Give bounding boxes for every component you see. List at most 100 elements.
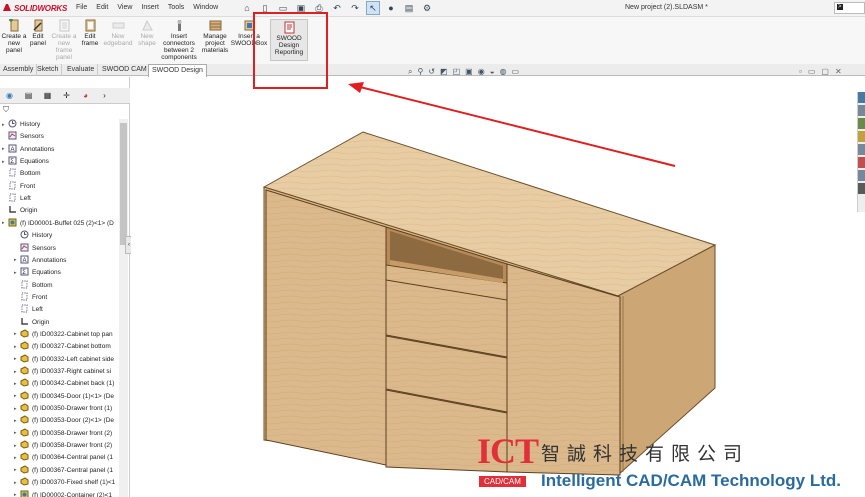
select-arrow-icon[interactable]: ↖ <box>366 1 380 15</box>
tile-icon[interactable]: ▢ <box>821 67 829 76</box>
tree-item[interactable]: ▸ (f) ID00358-Drawer front (2) <box>14 440 112 451</box>
materials-icon <box>209 20 221 31</box>
view-palette-icon[interactable] <box>858 144 865 155</box>
insert-connectors-button[interactable]: Insert connectors between 2 components <box>160 19 198 61</box>
tab-swood-design[interactable]: SWOOD Design <box>148 64 207 77</box>
tree-item[interactable]: ▸ (f) ID00370-Fixed shelf (1)<1 <box>14 477 115 488</box>
tree-item[interactable]: ▸ (f) ID00001-Buffet 025 (2)<1> (D <box>2 218 114 229</box>
custom-properties-icon[interactable] <box>858 170 865 181</box>
tab-assembly[interactable]: Assembly <box>0 64 38 76</box>
property-manager-icon[interactable]: ▤ <box>23 90 34 101</box>
tree-item[interactable]: ▸ (f) ID00342-Cabinet back (1) <box>14 378 114 389</box>
history-icon <box>8 119 20 130</box>
minimize-icon[interactable]: ▭ <box>808 67 816 76</box>
traffic-light-icon[interactable]: ● <box>384 1 398 15</box>
tree-item[interactable]: ▸ (f) ID00353-Door (2)<1> (De <box>14 415 114 426</box>
forum-icon[interactable] <box>858 183 865 194</box>
zoom-to-fit-icon[interactable]: ⌕ <box>408 67 412 77</box>
tree-item[interactable]: Sensors <box>2 131 44 142</box>
tab-sketch[interactable]: Sketch <box>34 64 63 76</box>
new-shape-button[interactable]: New shape <box>136 19 158 47</box>
restore-icon[interactable]: ▫ <box>799 67 802 76</box>
menu-file[interactable]: File <box>76 4 87 11</box>
tree-item[interactable]: Origin <box>2 205 37 216</box>
edit-appearance-icon[interactable]: ◒ <box>490 67 495 77</box>
menu-view[interactable]: View <box>117 4 132 11</box>
tree-item[interactable]: ▸ Σ Equations <box>14 267 61 278</box>
tree-item[interactable]: ▸ (f) ID00327-Cabinet bottom <box>14 341 111 352</box>
tree-item-label: Sensors <box>20 133 44 141</box>
tree-item[interactable]: Bottom <box>2 168 41 179</box>
tree-item[interactable]: ▸ (f) ID00345-Door (1)<1> (De <box>14 391 114 402</box>
tree-item-label: (f) ID00367-Central panel (1 <box>32 466 113 474</box>
hide-show-icon[interactable]: ◉ <box>478 67 485 77</box>
tree-item[interactable]: Bottom <box>14 280 53 291</box>
tree-item[interactable]: ▸ (f) ID00337-Right cabinet si <box>14 366 111 377</box>
display-style-icon[interactable]: ▣ <box>465 67 473 77</box>
new-shape-label: New shape <box>138 33 156 47</box>
tree-item[interactable]: ▸ A Annotations <box>2 144 54 155</box>
home-task-icon[interactable] <box>858 92 865 103</box>
design-library-icon[interactable] <box>858 118 865 129</box>
tree-item[interactable]: ▸ (f) ID00364-Central panel (1 <box>14 452 113 463</box>
tree-item[interactable]: ▸ (f) ID00358-Drawer front (2) <box>14 428 112 439</box>
display-manager-icon[interactable]: ◕ <box>80 90 91 101</box>
solidworks-logo[interactable]: SOLIDWORKS <box>2 3 67 13</box>
home-icon[interactable]: ⌂ <box>240 1 254 15</box>
menu-tools[interactable]: Tools <box>168 4 184 11</box>
scene-icon[interactable]: ◍ <box>500 67 507 77</box>
tree-item-label: Origin <box>20 207 38 215</box>
ict-logo-text: ICT <box>477 431 539 471</box>
view-settings-icon[interactable]: ▭ <box>512 67 520 77</box>
tree-item-label: Equations <box>20 158 49 166</box>
file-explorer-icon[interactable] <box>858 131 865 142</box>
tree-item[interactable]: ▸ (f) ID00367-Central panel (1 <box>14 465 113 476</box>
panel-expand-icon[interactable]: › <box>99 90 110 101</box>
tree-item[interactable]: ▸ (f) ID00322-Cabinet top pan <box>14 329 113 340</box>
resources-icon[interactable] <box>858 105 865 116</box>
tree-item[interactable]: History <box>14 230 52 241</box>
search-box[interactable]: > <box>834 2 865 14</box>
menu-window[interactable]: Window <box>193 4 218 11</box>
tree-item[interactable]: ▸ (f) ID00002-Container (2)<1 <box>14 490 112 497</box>
new-edgeband-button[interactable]: New edgeband <box>102 19 134 47</box>
menu-edit[interactable]: Edit <box>96 4 108 11</box>
menu-insert[interactable]: Insert <box>141 4 159 11</box>
section-view-icon[interactable]: ◩ <box>440 67 448 77</box>
tree-item[interactable]: ▸ A Annotations <box>14 255 66 266</box>
tree-item[interactable]: Left <box>2 193 31 204</box>
previous-view-icon[interactable]: ↺ <box>428 67 435 77</box>
dimxpert-icon[interactable]: ✛ <box>61 90 72 101</box>
tree-item[interactable]: Origin <box>14 317 49 328</box>
close-icon[interactable]: ✕ <box>835 67 842 76</box>
redo-icon[interactable]: ↷ <box>348 1 362 15</box>
tree-item[interactable]: ▸ (f) ID00350-Drawer front (1) <box>14 403 112 414</box>
sensors-icon <box>20 243 32 254</box>
tree-item[interactable]: Left <box>14 304 43 315</box>
tree-item[interactable]: ▸ Σ Equations <box>2 156 49 167</box>
tree-item[interactable]: Front <box>2 181 35 192</box>
tree-item[interactable]: Front <box>14 292 47 303</box>
tree-scrollbar-thumb[interactable] <box>120 123 127 245</box>
annotations-icon: A <box>20 255 32 266</box>
tree-item[interactable]: ▸ History <box>2 119 40 130</box>
create-frame-panel-button[interactable]: Create a new frame panel <box>50 19 78 61</box>
tab-swood-cam[interactable]: SWOOD CAM <box>99 64 151 76</box>
undo-icon[interactable]: ↶ <box>330 1 344 15</box>
create-panel-button[interactable]: Create a new panel <box>1 19 27 54</box>
feature-tree-icon[interactable]: ◉ <box>4 90 15 101</box>
configuration-manager-icon[interactable]: ▦ <box>42 90 53 101</box>
zoom-area-icon[interactable]: ⚲ <box>417 67 423 77</box>
edit-panel-button[interactable]: Edit panel <box>28 19 48 47</box>
appearances-icon[interactable] <box>858 157 865 168</box>
tree-item[interactable]: Sensors <box>14 243 56 254</box>
tree-item[interactable]: ▸ (f) ID00332-Left cabinet side <box>14 354 114 365</box>
part-icon <box>20 341 32 352</box>
file-properties-icon[interactable]: ▤ <box>402 1 416 15</box>
edit-frame-button[interactable]: Edit frame <box>80 19 100 47</box>
tab-evaluate[interactable]: Evaluate <box>64 64 99 76</box>
view-orientation-icon[interactable]: ◰ <box>453 67 461 77</box>
filter-icon[interactable]: ⛉ <box>3 105 9 115</box>
manage-materials-button[interactable]: Manage project materials <box>200 19 230 54</box>
options-gear-icon[interactable]: ⚙ <box>420 1 434 15</box>
